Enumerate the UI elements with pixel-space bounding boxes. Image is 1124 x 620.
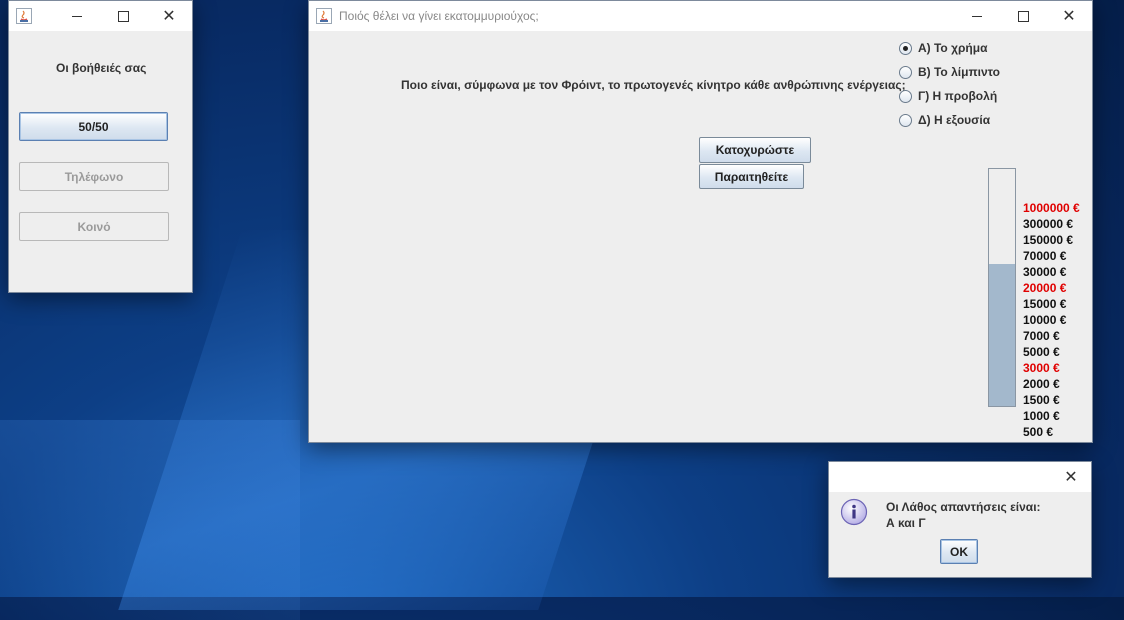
prize-level: 2000 € (1023, 377, 1060, 391)
info-icon (840, 498, 868, 526)
maximize-button[interactable] (100, 1, 146, 31)
java-app-icon (316, 8, 332, 24)
radio-button-icon (899, 89, 912, 103)
java-app-icon (16, 8, 32, 24)
radio-button-icon (899, 65, 912, 79)
answer-c-label: Γ) Η προβολή (918, 89, 998, 103)
maximize-button[interactable] (1000, 1, 1046, 31)
prize-level: 1500 € (1023, 393, 1060, 407)
answer-a-radio[interactable]: Α) Το χρήμα (899, 41, 987, 55)
close-button[interactable]: ✕ (1052, 462, 1090, 492)
title-bar: ✕ (9, 1, 192, 31)
radio-button-icon (899, 41, 912, 55)
prize-level: 1000000 € (1023, 201, 1080, 215)
prize-level: 1000 € (1023, 409, 1060, 423)
dialog-message-line1: Οι Λάθος απαντήσεις είναι: (886, 500, 1041, 514)
dialog-message-line2: Α και Γ (886, 516, 926, 530)
prize-level: 5000 € (1023, 345, 1060, 359)
radio-button-icon (899, 113, 912, 127)
ok-button[interactable]: OK (940, 539, 978, 564)
question-text: Ποιο είναι, σύμφωνα με τον Φρόιντ, το πρ… (401, 78, 906, 92)
prize-level: 15000 € (1023, 297, 1067, 311)
desktop-light-beam (0, 420, 300, 620)
close-button[interactable]: ✕ (1046, 1, 1092, 31)
fifty-fifty-button[interactable]: 50/50 (19, 112, 168, 141)
prize-level: 20000 € (1023, 281, 1067, 295)
lifelines-heading: Οι βοήθειές σας (56, 61, 147, 75)
progress-bar (988, 168, 1016, 407)
prize-level: 500 € (1023, 425, 1054, 439)
main-window: Ποιός θέλει να γίνει εκατομμυριούχος; ✕ … (308, 0, 1093, 443)
quit-game-button[interactable]: Παραιτηθείτε (699, 164, 804, 189)
message-dialog: ✕ Οι Λάθος απαντήσεις είναι: Α και Γ OK (828, 461, 1092, 578)
minimize-button[interactable] (954, 1, 1000, 31)
prize-level: 10000 € (1023, 313, 1067, 327)
answer-b-radio[interactable]: Β) Το λίμπιντο (899, 65, 1000, 79)
answer-d-label: Δ) Η εξουσία (918, 113, 991, 127)
prize-level: 150000 € (1023, 233, 1074, 247)
prize-level: 300000 € (1023, 217, 1074, 231)
title-bar: Ποιός θέλει να γίνει εκατομμυριούχος; ✕ (309, 1, 1092, 31)
close-button[interactable]: ✕ (146, 1, 192, 31)
progress-bar-fill (989, 263, 1015, 406)
answer-c-radio[interactable]: Γ) Η προβολή (899, 89, 997, 103)
prize-level: 7000 € (1023, 329, 1060, 343)
ask-audience-button[interactable]: Κοινό (19, 212, 169, 241)
submit-answer-button[interactable]: Κατοχυρώστε (699, 137, 811, 163)
prize-level: 30000 € (1023, 265, 1067, 279)
answer-a-label: Α) Το χρήμα (918, 41, 988, 55)
lifelines-window: ✕ Οι βοήθειές σας 50/50 Τηλέφωνο Κοινό (8, 0, 193, 293)
answer-d-radio[interactable]: Δ) Η εξουσία (899, 113, 990, 127)
window-title: Ποιός θέλει να γίνει εκατομμυριούχος; (339, 9, 539, 23)
minimize-button[interactable] (54, 1, 100, 31)
title-bar: ✕ (829, 462, 1091, 492)
phone-friend-button[interactable]: Τηλέφωνο (19, 162, 169, 191)
answer-b-label: Β) Το λίμπιντο (918, 65, 1000, 79)
prize-level: 70000 € (1023, 249, 1067, 263)
prize-level: 3000 € (1023, 361, 1060, 375)
